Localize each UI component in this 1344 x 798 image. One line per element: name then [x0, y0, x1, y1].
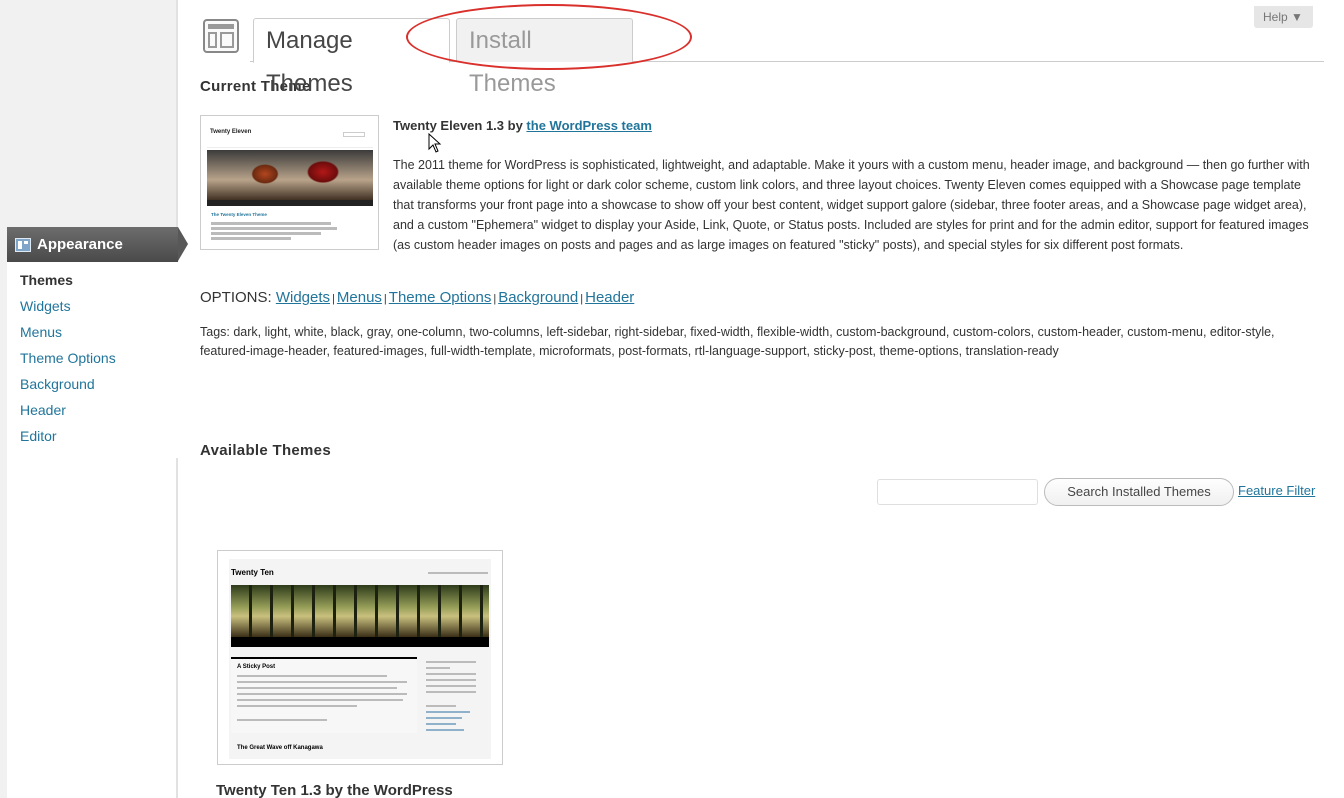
- thumb-second-post-title: The Great Wave off Kanagawa: [237, 745, 323, 751]
- submenu-widgets[interactable]: Widgets: [7, 294, 178, 320]
- help-button[interactable]: Help ▼: [1254, 6, 1313, 28]
- annotation-highlight-ellipse: [406, 4, 692, 70]
- options-label: OPTIONS:: [200, 289, 276, 306]
- current-theme-title: Twenty Eleven 1.3 by the WordPress team: [393, 118, 652, 133]
- submenu-themes[interactable]: Themes: [7, 268, 178, 294]
- thumb-sticky-post-title: A Sticky Post: [237, 664, 276, 670]
- search-themes-input[interactable]: [877, 479, 1038, 505]
- feature-filter-link[interactable]: Feature Filter: [1238, 483, 1315, 498]
- appearance-icon: [15, 237, 31, 252]
- available-themes-heading: Available Themes: [200, 442, 331, 459]
- current-menu-arrow: [178, 227, 188, 261]
- menu-appearance-label: Appearance: [37, 236, 123, 253]
- search-installed-themes-button[interactable]: Search Installed Themes: [1044, 478, 1234, 506]
- themes-screen-icon: [203, 19, 239, 53]
- current-theme-name: Twenty Eleven 1.3 by: [393, 118, 527, 133]
- option-menus-link[interactable]: Menus: [337, 289, 382, 306]
- menu-appearance[interactable]: Appearance: [7, 227, 188, 262]
- theme-options-row: OPTIONS: Widgets | Menus | Theme Options | Bac…: [200, 289, 634, 306]
- submenu-menus[interactable]: Menus: [7, 320, 178, 346]
- submenu-header[interactable]: Header: [7, 398, 178, 424]
- option-widgets-link[interactable]: Widgets: [276, 289, 330, 306]
- theme-screenshot-twenty-ten[interactable]: Twenty Ten A Sticky Post The Great Wave …: [217, 550, 503, 765]
- twenty-ten-caption: Twenty Ten 1.3 by the WordPress: [216, 782, 453, 798]
- option-theme-options-link[interactable]: Theme Options: [389, 289, 492, 306]
- theme-tags: Tags: dark, light, white, black, gray, o…: [200, 325, 1275, 358]
- theme-author-link[interactable]: the WordPress team: [526, 118, 651, 133]
- submenu-editor[interactable]: Editor: [7, 424, 178, 450]
- option-background-link[interactable]: Background: [498, 289, 578, 306]
- sidebar-lower-area: [7, 450, 178, 798]
- thumb-site-title: Twenty Eleven: [210, 129, 252, 135]
- option-header-link[interactable]: Header: [585, 289, 634, 306]
- options-separator: |: [383, 293, 387, 305]
- submenu-theme-options[interactable]: Theme Options: [7, 346, 178, 372]
- submenu-background[interactable]: Background: [7, 372, 178, 398]
- options-separator: |: [332, 293, 335, 305]
- thumb-post-title: The Twenty Eleven Theme: [211, 212, 267, 217]
- current-theme-description: The 2011 theme for WordPress is sophisti…: [393, 158, 1310, 252]
- appearance-submenu: Themes Widgets Menus Theme Options Backg…: [7, 262, 178, 458]
- current-theme-screenshot: Twenty Eleven The Twenty Eleven Theme: [200, 115, 379, 250]
- thumb-twenty-ten-title: Twenty Ten: [231, 568, 274, 577]
- mouse-cursor-icon: [428, 133, 442, 153]
